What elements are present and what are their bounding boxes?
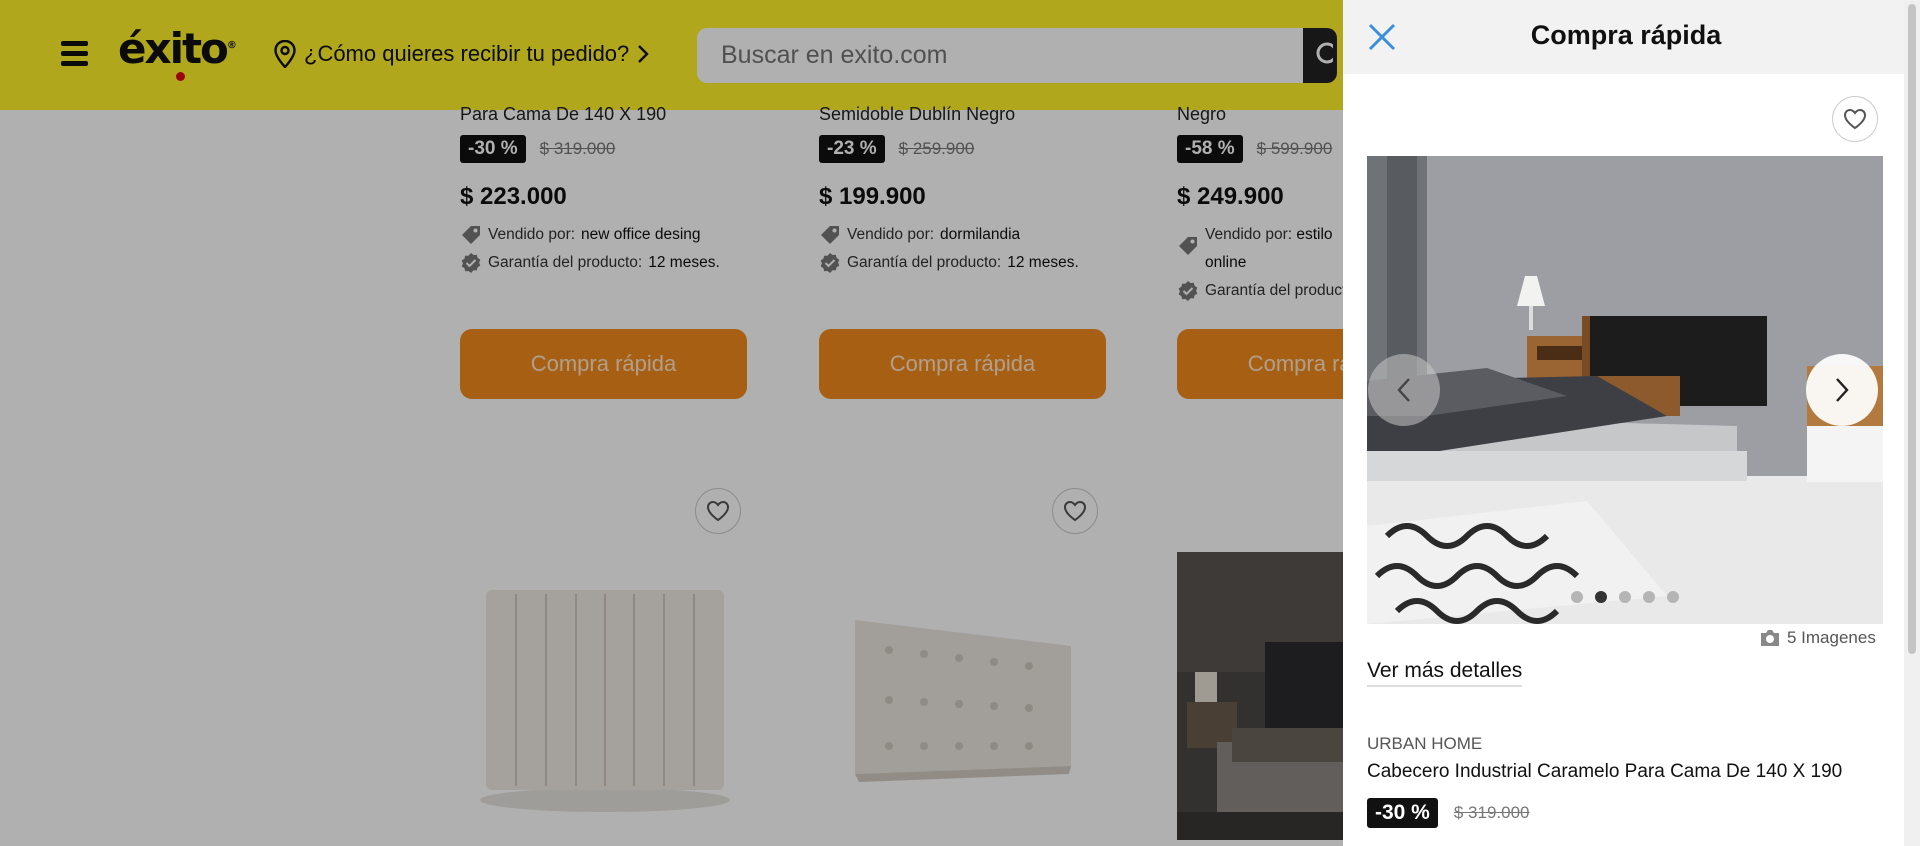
gallery-dot[interactable]: [1643, 591, 1655, 603]
old-price: $ 319.000: [1453, 803, 1530, 822]
panel-product-name: Cabecero Industrial Caramelo Para Cama D…: [1367, 761, 1843, 782]
gallery-dot[interactable]: [1619, 591, 1631, 603]
gallery-next-button[interactable]: [1806, 354, 1878, 426]
panel-header: Compra rápida: [1343, 0, 1920, 74]
discount-badge: -30 %: [1367, 798, 1438, 828]
more-details-link[interactable]: Ver más detalles: [1367, 659, 1523, 687]
chevron-right-icon: [1836, 378, 1849, 402]
gallery-dot[interactable]: [1667, 591, 1679, 603]
image-count-label: 5 Imagenes: [1787, 628, 1876, 647]
scrollbar[interactable]: [1904, 0, 1920, 846]
favorite-button[interactable]: [1832, 96, 1878, 142]
camera-icon: [1761, 630, 1779, 646]
chevron-left-icon: [1397, 378, 1410, 402]
panel-price-row: -30 % $ 319.000: [1367, 798, 1530, 828]
scrollbar-thumb[interactable]: [1908, 4, 1916, 654]
image-count: 5 Imagenes: [1759, 628, 1876, 648]
gallery-dot[interactable]: [1571, 591, 1583, 603]
brand-name[interactable]: URBAN HOME: [1367, 734, 1482, 754]
gallery-dots: [1571, 591, 1679, 603]
gallery-prev-button[interactable]: [1368, 354, 1440, 426]
heart-icon: [1843, 108, 1867, 130]
gallery-dot[interactable]: [1595, 591, 1607, 603]
panel-title: Compra rápida: [1530, 20, 1722, 50]
